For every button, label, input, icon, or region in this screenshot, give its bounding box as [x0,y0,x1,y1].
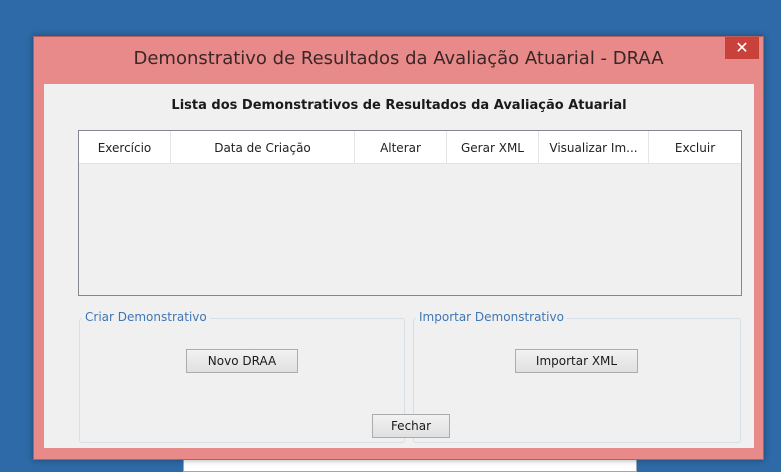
create-demonstrative-group: Criar Demonstrativo Novo DRAA [79,310,405,443]
column-header-excluir[interactable]: Excluir [649,131,741,163]
close-icon[interactable]: ✕ [725,37,759,59]
create-group-legend: Criar Demonstrativo [82,310,210,324]
column-header-gerar-xml[interactable]: Gerar XML [447,131,539,163]
table-header: Exercício Data de Criação Alterar Gerar … [79,131,741,164]
import-group-legend: Importar Demonstrativo [416,310,567,324]
draa-dialog: Demonstrativo de Resultados da Avaliação… [33,36,764,460]
list-heading: Lista dos Demonstrativos de Resultados d… [171,98,627,113]
demonstratives-table[interactable]: Exercício Data de Criação Alterar Gerar … [78,130,742,296]
fechar-button[interactable]: Fechar [372,414,450,438]
background-window-edge [183,458,637,472]
window-title: Demonstrativo de Resultados da Avaliação… [133,48,664,69]
importar-xml-button[interactable]: Importar XML [515,349,638,373]
column-header-data-criacao[interactable]: Data de Criação [171,131,355,163]
title-bar[interactable]: Demonstrativo de Resultados da Avaliação… [34,37,763,83]
column-header-alterar[interactable]: Alterar [355,131,447,163]
column-header-exercicio[interactable]: Exercício [79,131,171,163]
dialog-client-area: Lista dos Demonstrativos de Resultados d… [44,84,754,448]
import-demonstrative-group: Importar Demonstrativo Importar XML [413,310,741,443]
novo-draa-button[interactable]: Novo DRAA [186,349,298,373]
column-header-visualizar[interactable]: Visualizar Im... [539,131,649,163]
